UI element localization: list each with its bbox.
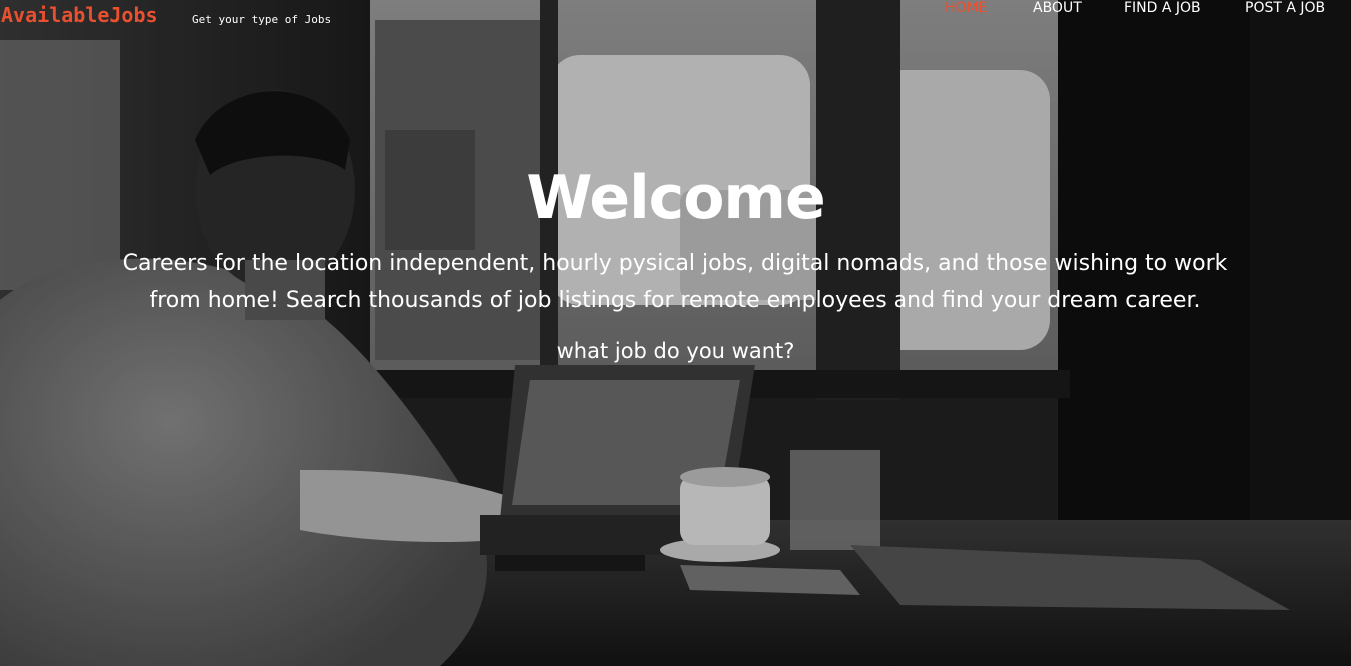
top-navbar: AvailableJobs Get your type of Jobs HOME… <box>0 0 1351 44</box>
brand-logo[interactable]: AvailableJobs <box>1 3 158 27</box>
hero-overlay <box>0 0 1351 666</box>
nav-item-post-a-job[interactable]: POST A JOB <box>1245 0 1325 16</box>
nav-item-about[interactable]: ABOUT <box>1033 0 1082 16</box>
hero-prompt: what job do you want? <box>556 339 795 363</box>
nav-item-home[interactable]: HOME <box>945 0 987 16</box>
hero-subtitle: Careers for the location independent, ho… <box>122 251 1228 313</box>
hero-title: Welcome <box>526 163 825 233</box>
nav-item-find-a-job[interactable]: FIND A JOB <box>1124 0 1201 16</box>
brand-tagline: Get your type of Jobs <box>192 13 332 26</box>
